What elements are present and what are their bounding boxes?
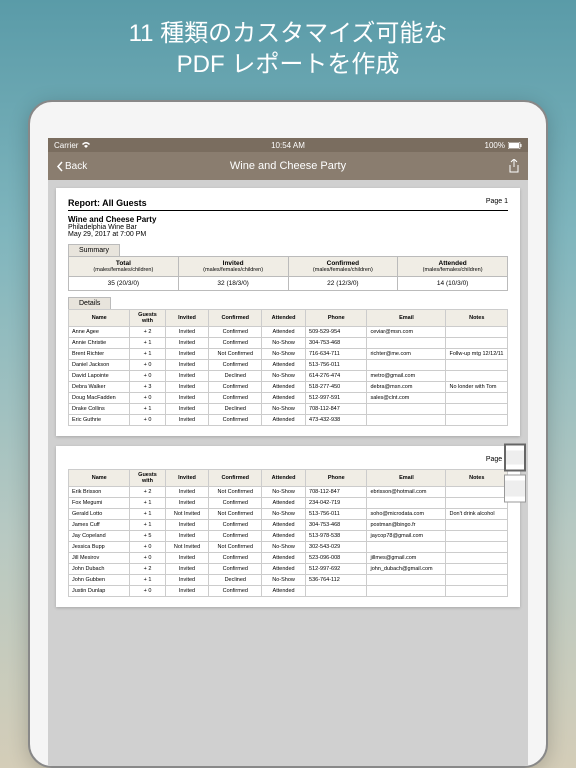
page-number: Page 1 <box>486 198 508 208</box>
table-row: Brent Richter+ 1InvitedNot ConfirmedNo-S… <box>69 349 508 360</box>
column-header: Confirmed <box>209 310 262 327</box>
ipad-screen: Carrier 10:54 AM 100% Back Wine and Che <box>48 138 528 766</box>
table-row: Annie Christie+ 1InvitedConfirmedNo-Show… <box>69 338 508 349</box>
share-button[interactable] <box>508 159 520 173</box>
thumbnail-strip <box>504 444 526 503</box>
nav-title: Wine and Cheese Party <box>230 160 346 172</box>
page-thumbnail-2[interactable] <box>504 475 526 503</box>
table-row: John Dubach+ 2InvitedConfirmedAttended51… <box>69 564 508 575</box>
table-row: Eric Guthrie+ 0InvitedConfirmedAttended4… <box>69 415 508 426</box>
pdf-page-1: Report: All Guests Page 1 Wine and Chees… <box>56 188 520 436</box>
share-icon <box>508 159 520 173</box>
column-header: Attended <box>262 310 306 327</box>
column-header: Confirmed <box>209 470 262 487</box>
summary-table: Total(males/females/children) Invited(ma… <box>68 256 508 291</box>
back-button[interactable]: Back <box>56 161 87 172</box>
column-header: Email <box>367 470 446 487</box>
status-time: 10:54 AM <box>271 141 305 150</box>
ipad-frame: Carrier 10:54 AM 100% Back Wine and Che <box>28 100 548 768</box>
column-header: Invited <box>165 470 209 487</box>
table-row: Jay Copeland+ 5InvitedConfirmedAttended5… <box>69 531 508 542</box>
event-name: Wine and Cheese Party <box>68 215 508 224</box>
page-thumbnail-1[interactable] <box>504 444 526 472</box>
table-row: James Cuff+ 1InvitedConfirmedAttended304… <box>69 520 508 531</box>
battery-icon <box>508 142 522 149</box>
back-label: Back <box>65 161 87 172</box>
column-header: Guests with <box>130 310 165 327</box>
column-header: Invited <box>165 310 209 327</box>
table-row: Justin Dunlap+ 0InvitedConfirmedAttended <box>69 586 508 597</box>
table-row: Erik Brisson+ 2InvitedNot ConfirmedNo-Sh… <box>69 487 508 498</box>
pdf-viewer[interactable]: Report: All Guests Page 1 Wine and Chees… <box>48 180 528 766</box>
table-row: John Gubben+ 1InvitedDeclinedNo-Show536-… <box>69 575 508 586</box>
event-datetime: May 29, 2017 at 7:00 PM <box>68 231 508 238</box>
status-bar: Carrier 10:54 AM 100% <box>48 138 528 152</box>
column-header: Email <box>367 310 446 327</box>
chevron-left-icon <box>56 161 63 172</box>
marketing-line2: PDF レポートを作成 <box>20 49 556 80</box>
marketing-headline: 11 種類のカスタマイズ可能な PDF レポートを作成 <box>0 0 576 88</box>
table-row: David Lapointe+ 0InvitedDeclinedNo-Show6… <box>69 371 508 382</box>
column-header: Name <box>69 310 130 327</box>
table-row: Drake Collins+ 1InvitedDeclinedNo-Show70… <box>69 404 508 415</box>
wifi-icon <box>81 141 91 149</box>
pdf-page-2: Page 2 NameGuests withInvitedConfirmedAt… <box>56 446 520 607</box>
table-row: Daniel Jackson+ 0InvitedConfirmedAttende… <box>69 360 508 371</box>
column-header: Notes <box>446 470 508 487</box>
battery-label: 100% <box>485 141 505 150</box>
table-row: Doug MacFadden+ 0InvitedConfirmedAttende… <box>69 393 508 404</box>
column-header: Guests with <box>130 470 165 487</box>
column-header: Phone <box>306 470 367 487</box>
report-title: Report: All Guests <box>68 198 147 208</box>
details-table-1: NameGuests withInvitedConfirmedAttendedP… <box>68 309 508 426</box>
table-row: Jessica Bupp+ 0Not InvitedNot ConfirmedN… <box>69 542 508 553</box>
marketing-line1: 11 種類のカスタマイズ可能な <box>20 18 556 49</box>
summary-label: Summary <box>68 244 120 256</box>
event-venue: Philadelphia Wine Bar <box>68 224 508 231</box>
table-row: Fox Megumi+ 1InvitedConfirmedAttended234… <box>69 498 508 509</box>
nav-bar: Back Wine and Cheese Party <box>48 152 528 180</box>
column-header: Attended <box>262 470 306 487</box>
column-header: Name <box>69 470 130 487</box>
carrier-label: Carrier <box>54 141 78 150</box>
details-table-2: NameGuests withInvitedConfirmedAttendedP… <box>68 469 508 597</box>
table-row: Debra Walker+ 3InvitedConfirmedAttended5… <box>69 382 508 393</box>
table-row: Jill Mesirov+ 0InvitedConfirmedAttended5… <box>69 553 508 564</box>
table-row: Gerald Lotto+ 1Not InvitedNot ConfirmedN… <box>69 509 508 520</box>
column-header: Notes <box>446 310 508 327</box>
column-header: Phone <box>306 310 367 327</box>
table-row: Anne Agee+ 2InvitedConfirmedAttended509-… <box>69 327 508 338</box>
event-info: Wine and Cheese Party Philadelphia Wine … <box>68 215 508 238</box>
details-label: Details <box>68 297 111 309</box>
